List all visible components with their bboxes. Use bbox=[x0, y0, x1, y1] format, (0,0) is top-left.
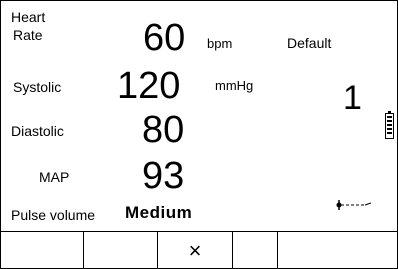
heart-rate-value: 60 bbox=[143, 17, 186, 59]
systolic-value: 120 bbox=[117, 65, 181, 107]
softkey-5[interactable] bbox=[278, 232, 397, 269]
monitor-screen: Heart Rate 60 bpm Default Systolic 120 m… bbox=[0, 0, 398, 269]
pulse-volume-value: Medium bbox=[125, 203, 193, 222]
mode-label: Default bbox=[287, 35, 332, 51]
softkey-bar: × bbox=[1, 231, 397, 269]
diastolic-value: 80 bbox=[142, 109, 185, 151]
heart-rate-label-line2: Rate bbox=[13, 27, 43, 43]
systolic-label: Systolic bbox=[13, 79, 62, 95]
heart-rate-label-line1: Heart bbox=[11, 9, 46, 25]
channel-number: 1 bbox=[343, 79, 362, 117]
probe-icon bbox=[335, 197, 375, 213]
close-softkey[interactable]: × bbox=[158, 232, 233, 269]
battery-icon bbox=[385, 111, 394, 139]
close-icon: × bbox=[188, 237, 202, 263]
map-value: 93 bbox=[142, 155, 185, 197]
softkey-2[interactable] bbox=[84, 232, 158, 269]
diastolic-label: Diastolic bbox=[11, 123, 64, 139]
map-label: MAP bbox=[39, 169, 70, 185]
softkey-1[interactable] bbox=[1, 232, 84, 269]
systolic-unit: mmHg bbox=[215, 78, 254, 93]
softkey-4[interactable] bbox=[233, 232, 278, 269]
heart-rate-unit: bpm bbox=[207, 36, 233, 51]
pulse-volume-label: Pulse volume bbox=[11, 207, 96, 223]
